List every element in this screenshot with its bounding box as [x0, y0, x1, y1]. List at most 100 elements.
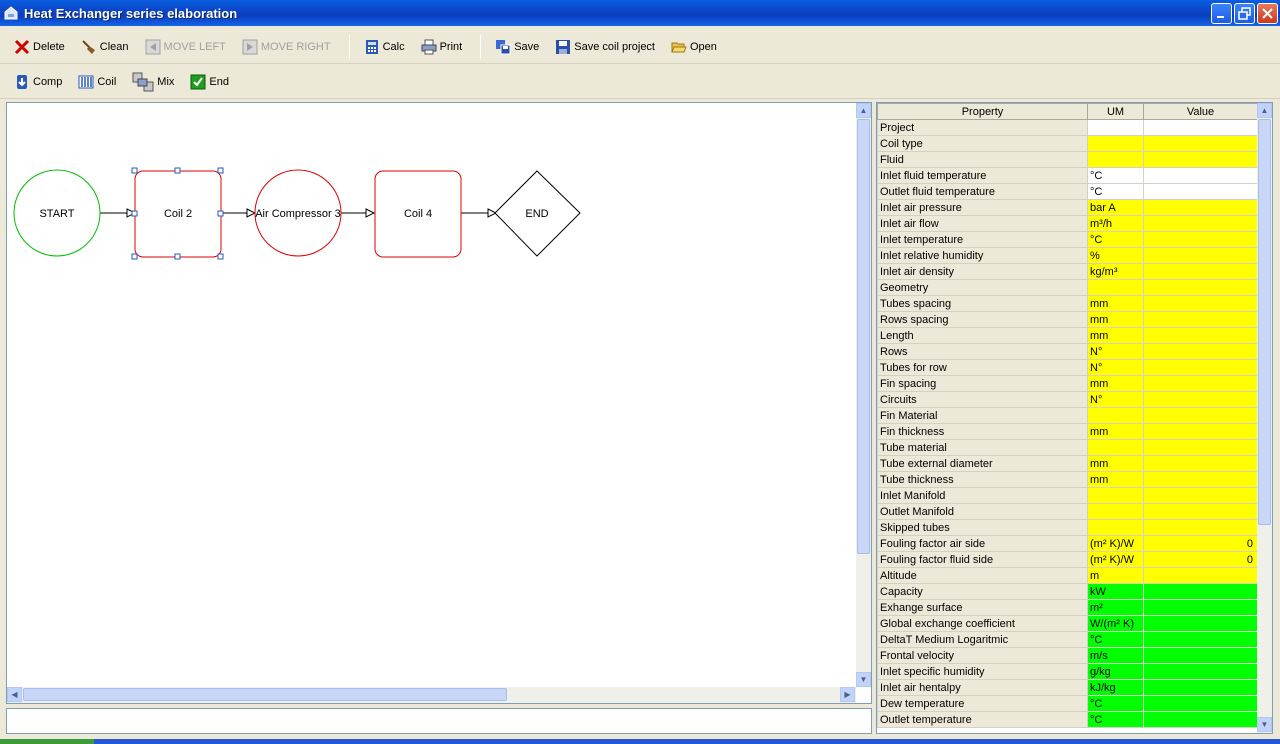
property-row[interactable]: Capacity kW [877, 583, 1258, 600]
close-button[interactable] [1257, 3, 1278, 24]
restore-button[interactable] [1234, 3, 1255, 24]
save-coil-project-button[interactable]: Save coil project [549, 35, 661, 59]
property-row[interactable]: Skipped tubes [877, 519, 1258, 536]
value-cell[interactable] [1143, 407, 1258, 424]
value-cell[interactable] [1143, 215, 1258, 232]
scroll-thumb[interactable] [23, 688, 507, 701]
delete-button[interactable]: Delete [8, 35, 71, 59]
move-right-button[interactable]: MOVE RIGHT [236, 35, 337, 59]
property-column-header[interactable]: Property [877, 103, 1088, 120]
value-cell[interactable] [1143, 231, 1258, 248]
clean-button[interactable]: Clean [75, 35, 135, 59]
property-row[interactable]: Tubes spacing mm [877, 295, 1258, 312]
property-row[interactable]: Geometry [877, 279, 1258, 296]
value-cell[interactable] [1143, 631, 1258, 648]
value-cell[interactable] [1143, 359, 1258, 376]
property-row[interactable]: Outlet Manifold [877, 503, 1258, 520]
property-row[interactable]: Fluid [877, 151, 1258, 168]
scroll-up-button[interactable]: ▲ [1257, 103, 1272, 118]
status-field[interactable] [6, 708, 872, 734]
property-row[interactable]: Project [877, 119, 1258, 136]
property-row[interactable]: Inlet temperature °C [877, 231, 1258, 248]
property-row[interactable]: Inlet fluid temperature °C [877, 167, 1258, 184]
property-row[interactable]: Inlet relative humidity% [877, 247, 1258, 264]
value-cell[interactable] [1143, 455, 1258, 472]
property-row[interactable]: Tubes for row N° [877, 359, 1258, 376]
value-cell[interactable] [1143, 695, 1258, 712]
property-row[interactable]: Global exchange coefficient W/(m² K) [877, 615, 1258, 632]
value-cell[interactable] [1143, 135, 1258, 152]
property-row[interactable]: Altitude m [877, 567, 1258, 584]
start-node[interactable]: START [13, 169, 101, 257]
value-cell[interactable] [1143, 519, 1258, 536]
value-cell[interactable] [1143, 711, 1258, 728]
property-row[interactable]: Inlet air hentalpy kJ/kg [877, 679, 1258, 696]
value-cell[interactable] [1143, 311, 1258, 328]
scroll-thumb[interactable] [857, 119, 870, 554]
coil-button[interactable]: Coil [72, 70, 122, 94]
property-row[interactable]: Inlet specific humidity g/kg [877, 663, 1258, 680]
property-row[interactable]: Inlet air pressure bar A [877, 199, 1258, 216]
scroll-down-button[interactable]: ▼ [856, 672, 871, 687]
scroll-left-button[interactable]: ◀ [7, 687, 22, 702]
comp-button[interactable]: Comp [8, 70, 68, 94]
grid-vertical-scrollbar[interactable]: ▲ ▼ [1257, 103, 1272, 733]
property-row[interactable]: Fouling factor fluid side (m² K)/W 0 [877, 551, 1258, 568]
scroll-down-button[interactable]: ▼ [1257, 717, 1272, 732]
property-row[interactable]: Fin thickness mm [877, 423, 1258, 440]
value-cell[interactable] [1143, 279, 1258, 296]
property-row[interactable]: Outlet fluid temperature °C [877, 183, 1258, 200]
value-cell[interactable] [1143, 423, 1258, 440]
property-row[interactable]: Dew temperature °C [877, 695, 1258, 712]
open-button[interactable]: Open [665, 35, 723, 59]
value-cell[interactable] [1143, 183, 1258, 200]
value-cell[interactable]: 0 [1143, 535, 1258, 552]
value-cell[interactable] [1143, 487, 1258, 504]
value-cell[interactable]: 0 [1143, 551, 1258, 568]
property-row[interactable]: Frontal velocity m/s [877, 647, 1258, 664]
air-compressor-3-node[interactable]: Air Compressor 3 [254, 169, 342, 257]
property-row[interactable]: Tube thickness mm [877, 471, 1258, 488]
resize-handle[interactable] [174, 253, 181, 260]
value-cell[interactable] [1143, 263, 1258, 280]
canvas-vertical-scrollbar[interactable]: ▲ ▼ [856, 103, 871, 687]
property-row[interactable]: Circuits N° [877, 391, 1258, 408]
property-row[interactable]: Length mm [877, 327, 1258, 344]
value-cell[interactable] [1143, 199, 1258, 216]
scroll-right-button[interactable]: ▶ [840, 687, 855, 702]
mix-button[interactable]: Mix [126, 70, 180, 94]
property-row[interactable]: Inlet Manifold [877, 487, 1258, 504]
value-cell[interactable] [1143, 679, 1258, 696]
resize-handle[interactable] [174, 167, 181, 174]
value-cell[interactable] [1143, 247, 1258, 264]
value-cell[interactable] [1143, 583, 1258, 600]
property-row[interactable]: Inlet air density kg/m³ [877, 263, 1258, 280]
um-column-header[interactable]: UM [1087, 103, 1144, 120]
value-cell[interactable] [1143, 663, 1258, 680]
resize-handle[interactable] [131, 253, 138, 260]
value-cell[interactable] [1143, 343, 1258, 360]
value-cell[interactable] [1143, 167, 1258, 184]
resize-handle[interactable] [217, 253, 224, 260]
value-cell[interactable] [1143, 327, 1258, 344]
value-cell[interactable] [1143, 151, 1258, 168]
value-cell[interactable] [1143, 375, 1258, 392]
value-cell[interactable] [1143, 615, 1258, 632]
property-row[interactable]: Coil type [877, 135, 1258, 152]
coil-2-node[interactable]: Coil 2 [131, 167, 224, 260]
save-button[interactable]: Save [489, 35, 545, 59]
property-row[interactable]: Tube material [877, 439, 1258, 456]
start-button[interactable] [0, 739, 94, 744]
value-cell[interactable] [1143, 567, 1258, 584]
end-node[interactable]: END [494, 170, 581, 257]
property-grid[interactable]: Property UM Value Project Coil type Fluid I… [876, 102, 1273, 734]
coil-4-node[interactable]: Coil 4 [374, 170, 462, 258]
value-cell[interactable] [1143, 295, 1258, 312]
property-row[interactable]: Rows spacing mm [877, 311, 1258, 328]
value-column-header[interactable]: Value [1143, 103, 1258, 120]
value-cell[interactable] [1143, 599, 1258, 616]
property-row[interactable]: Exhange surface m² [877, 599, 1258, 616]
resize-handle[interactable] [217, 210, 224, 217]
scroll-up-button[interactable]: ▲ [856, 103, 871, 118]
canvas-horizontal-scrollbar[interactable]: ◀ ▶ [7, 687, 856, 703]
